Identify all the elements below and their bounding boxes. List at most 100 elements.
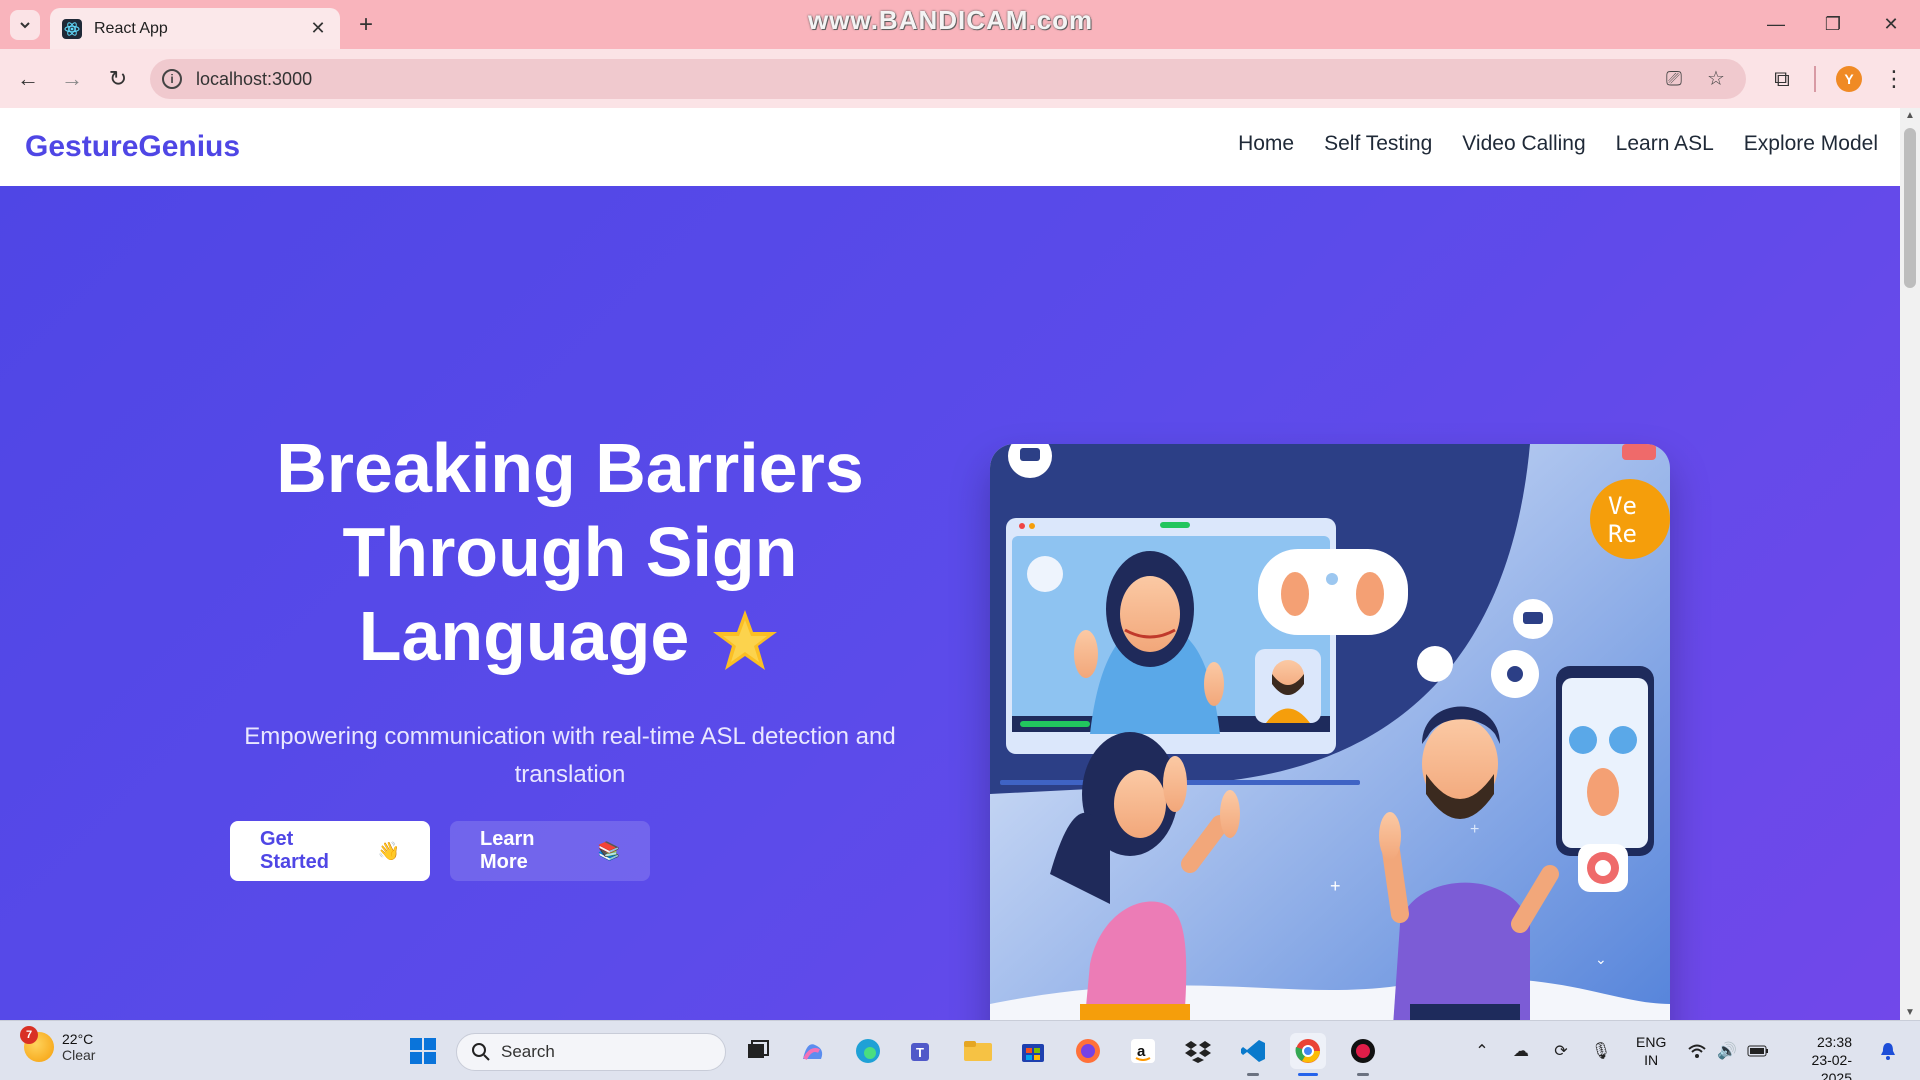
waving-hand-icon: 👋 [377, 840, 400, 861]
taskbar-search[interactable]: Search [456, 1033, 726, 1071]
react-favicon-icon [62, 18, 82, 39]
new-tab-button[interactable]: + [352, 11, 380, 39]
edge-browser-icon[interactable] [850, 1033, 886, 1069]
browser-toolbar: ← → ↻ i localhost:3000 ⎚ ☆ ⧉ ⋮ [0, 49, 1920, 108]
search-label: Search [501, 1042, 555, 1061]
hero-title-line-2: Through Sign [342, 513, 798, 591]
windows-logo-icon [410, 1038, 436, 1064]
microsoft-store-icon[interactable] [1015, 1033, 1051, 1069]
bandicam-running-indicator [1357, 1073, 1369, 1076]
page-scrollbar[interactable]: ▲ ▼ [1900, 108, 1920, 1020]
teams-icon[interactable]: T [905, 1033, 941, 1069]
svg-text:a: a [1137, 1043, 1146, 1060]
notification-bell-icon[interactable] [1874, 1033, 1902, 1069]
vscode-icon[interactable] [1235, 1033, 1271, 1069]
amazon-icon[interactable]: a [1125, 1033, 1161, 1069]
svg-text:+: + [1330, 876, 1341, 896]
tab-react-app[interactable]: React App ✕ [50, 8, 340, 49]
wifi-icon[interactable] [1684, 1033, 1710, 1069]
site-info-icon[interactable]: i [162, 69, 182, 89]
star-icon [713, 609, 778, 670]
profile-avatar[interactable]: Y [1836, 66, 1862, 92]
address-bar[interactable]: i localhost:3000 ⎚ ☆ [150, 59, 1746, 99]
nav-learn-asl[interactable]: Learn ASL [1616, 132, 1714, 156]
nav-video-calling[interactable]: Video Calling [1462, 132, 1585, 156]
tab-strip: React App ✕ + www.BANDICAM.com — ❐ ✕ [0, 0, 1920, 49]
back-button[interactable]: ← [12, 63, 44, 95]
system-clock[interactable]: 23:38 23-02-2025 [1784, 1033, 1852, 1080]
install-app-icon[interactable]: ⎚ [1662, 67, 1686, 91]
reload-button[interactable]: ↻ [102, 63, 134, 95]
hero-title-line-1: Breaking Barriers [276, 429, 864, 507]
hero-title: Breaking Barriers Through Sign Language [210, 426, 930, 678]
start-button[interactable] [405, 1033, 441, 1069]
minimize-button[interactable]: — [1753, 10, 1799, 38]
region-code: IN [1644, 1052, 1659, 1068]
illus-badge-text: Ve [1608, 492, 1637, 520]
svg-text:⌄: ⌄ [1595, 951, 1607, 967]
weather-temperature: 22°C [62, 1031, 94, 1047]
window-close-button[interactable]: ✕ [1868, 10, 1914, 38]
clock-time: 23:38 [1816, 1034, 1852, 1050]
weather-sun-icon: 7 [20, 1026, 54, 1062]
file-explorer-icon[interactable] [960, 1033, 996, 1069]
hero-text: Breaking Barriers Through Sign Language … [210, 426, 930, 794]
chrome-icon[interactable] [1290, 1033, 1326, 1069]
svg-text:+: + [1470, 821, 1479, 838]
nav-home[interactable]: Home [1238, 132, 1294, 156]
recording-watermark: www.BANDICAM.com [808, 5, 1094, 35]
hero-section: Breaking Barriers Through Sign Language … [0, 186, 1900, 1020]
microphone-icon[interactable]: 🎙 [1588, 1033, 1614, 1069]
show-hidden-icons-icon[interactable]: ⌃ [1470, 1033, 1494, 1069]
nav-explore-model[interactable]: Explore Model [1744, 132, 1878, 156]
onedrive-cloud-icon[interactable]: ☁ [1508, 1033, 1534, 1069]
scroll-up-arrow-icon[interactable]: ▲ [1900, 110, 1920, 121]
get-started-button[interactable]: Get Started 👋 [230, 821, 430, 881]
vscode-running-indicator [1247, 1073, 1259, 1076]
tab-search-button[interactable] [10, 10, 40, 40]
site-navbar: GestureGenius Home Self Testing Video Ca… [0, 108, 1900, 186]
learn-more-button[interactable]: Learn More 📚 [450, 821, 650, 881]
hero-buttons: Get Started 👋 Learn More 📚 [230, 821, 650, 881]
copilot-icon[interactable] [795, 1033, 831, 1069]
svg-text:T: T [916, 1045, 924, 1060]
scroll-down-arrow-icon[interactable]: ▼ [1900, 1007, 1920, 1018]
hero-subtitle: Empowering communication with real-time … [244, 723, 896, 788]
scrollbar-thumb[interactable] [1904, 128, 1916, 288]
bandicam-record-icon[interactable] [1345, 1033, 1381, 1069]
hero-title-line-3: Language [358, 597, 690, 675]
chrome-running-indicator [1298, 1073, 1318, 1076]
extensions-puzzle-icon[interactable]: ⧉ [1766, 63, 1798, 95]
more-menu-icon[interactable]: ⋮ [1878, 63, 1910, 95]
toolbar-separator [1814, 66, 1816, 92]
url-text: localhost:3000 [196, 69, 313, 89]
site-logo[interactable]: GestureGenius [25, 130, 240, 164]
weather-widget[interactable]: 7 22°C Clear [20, 1026, 96, 1063]
clock-date: 23-02-2025 [1811, 1052, 1852, 1080]
svg-text:Re: Re [1608, 520, 1637, 548]
task-view-icon[interactable] [740, 1033, 776, 1069]
forward-button[interactable]: → [56, 63, 88, 95]
language-code: ENG [1636, 1034, 1667, 1050]
chevron-down-icon [20, 22, 30, 29]
battery-icon[interactable] [1744, 1033, 1772, 1069]
page-viewport: GestureGenius Home Self Testing Video Ca… [0, 108, 1900, 1020]
windows-taskbar: 7 22°C Clear Search T a ⌃ ☁ ⟳ 🎙 ENG IN 🔊 [0, 1020, 1920, 1080]
weather-description: Clear [62, 1047, 96, 1063]
firefox-icon[interactable] [1070, 1033, 1106, 1069]
volume-icon[interactable]: 🔊 [1714, 1033, 1740, 1069]
books-icon: 📚 [597, 840, 620, 861]
restore-button[interactable]: ❐ [1810, 10, 1856, 38]
tab-close-icon[interactable]: ✕ [308, 18, 328, 39]
input-language[interactable]: ENG IN [1636, 1033, 1666, 1069]
search-icon [472, 1043, 490, 1061]
hero-illustration: Ve Re + + ⌄ [990, 444, 1670, 1020]
nav-self-testing[interactable]: Self Testing [1324, 132, 1432, 156]
get-started-label: Get Started [260, 828, 329, 873]
dropbox-icon[interactable] [1180, 1033, 1216, 1069]
tab-title: React App [94, 19, 168, 37]
sync-icon[interactable]: ⟳ [1548, 1033, 1574, 1069]
bookmark-star-icon[interactable]: ☆ [1704, 67, 1728, 91]
nav-links: Home Self Testing Video Calling Learn AS… [1238, 132, 1878, 156]
learn-more-label: Learn More [480, 828, 535, 873]
